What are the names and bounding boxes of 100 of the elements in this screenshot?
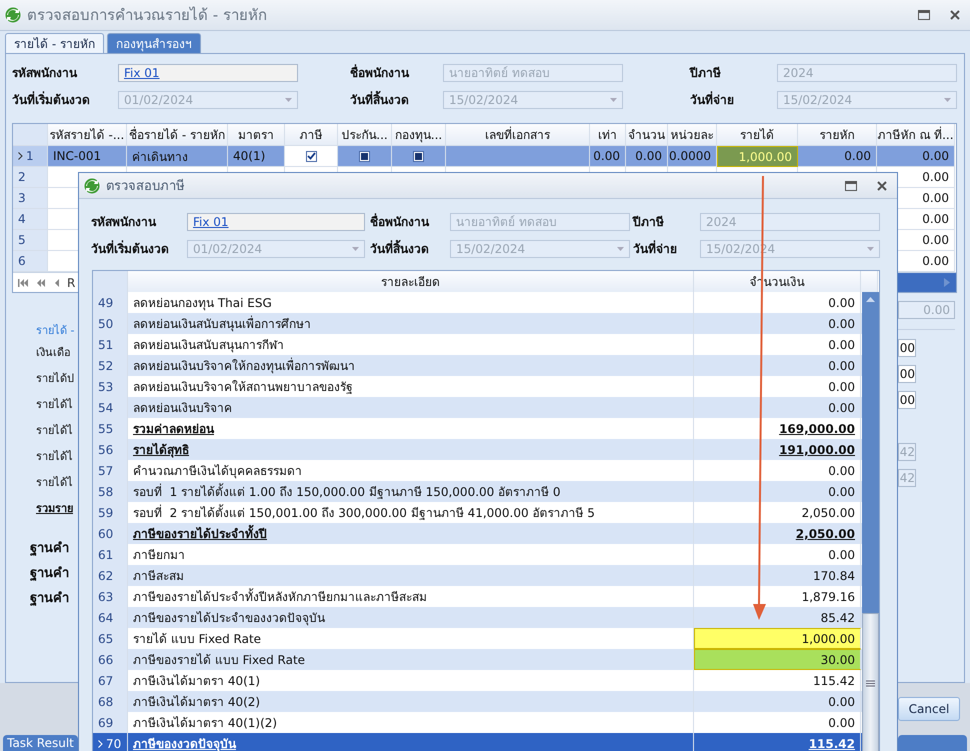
checkbox[interactable] — [359, 150, 370, 162]
field-label: เงินเดือ — [36, 345, 72, 361]
field-label: รายได้ไ — [36, 397, 74, 413]
swirl-icon — [5, 7, 21, 23]
field-label: รายได้ไ — [36, 423, 74, 439]
table-cell: 191,000.00 — [694, 439, 861, 460]
table-cell: 0.00 — [626, 146, 668, 167]
row-indicator-icon — [18, 152, 23, 160]
maximize-button[interactable] — [845, 180, 857, 190]
field-label: ปีภาษี — [690, 65, 722, 82]
first-page-button[interactable] — [17, 278, 29, 288]
table-cell: 0.00 — [694, 355, 861, 376]
checkbox[interactable] — [306, 150, 316, 162]
group-label: รายได้ - — [36, 323, 76, 339]
scrollbar[interactable] — [862, 292, 879, 751]
taskbar-tab[interactable]: Task Result — [3, 735, 78, 751]
field-label: ฐานคำ — [30, 565, 70, 583]
field-label: ชื่อพนักงาน — [370, 212, 430, 231]
row-header[interactable]: 65 — [93, 628, 128, 649]
row-header[interactable]: 51 — [93, 334, 128, 355]
field-label: รายได้ป — [36, 371, 75, 387]
column-header[interactable]: รหัสรายได้ -... — [48, 124, 127, 146]
row-header[interactable]: 55 — [93, 418, 128, 439]
window-title: ตรวจสอบภาษี — [106, 178, 185, 196]
table-cell: 0.00 — [694, 313, 861, 334]
text-field[interactable]: 00 — [898, 391, 916, 409]
scrollbar[interactable] — [898, 273, 956, 292]
field-label: วันที่สิ้นงวด — [350, 90, 443, 109]
table-cell: รอบที่ 1 รายได้ตั้งแต่ 1.00 ถึง 150,000.00 มีฐานภาษี 150,000.00 อัตราภาษี 0 — [128, 481, 694, 502]
tab[interactable]: รายได้ - รายหัก — [5, 33, 104, 53]
close-button[interactable] — [877, 180, 887, 190]
row-header[interactable]: 6 — [13, 251, 47, 271]
row-header[interactable]: 61 — [93, 544, 128, 565]
header-corner — [861, 271, 878, 292]
column-header[interactable]: ภาษีหัก ณ ที่... — [877, 124, 955, 146]
column-header[interactable]: กองทุน... — [392, 124, 446, 146]
text-field[interactable]: 00 — [898, 365, 916, 383]
dropdown-arrow-icon — [617, 246, 624, 250]
field-label: ปีภาษี — [633, 214, 665, 231]
field-label: รายได้ไ — [36, 475, 74, 491]
field-label: รหัสพนักงาน — [91, 214, 158, 231]
maximize-button[interactable] — [918, 10, 930, 20]
table-cell: ภาษีของรายได้ประจำทั้งปี — [128, 523, 694, 544]
dropdown-arrow-icon — [867, 246, 874, 250]
table-cell: 0.00 — [694, 397, 861, 418]
row-header[interactable]: 3 — [13, 188, 47, 208]
row-header[interactable]: 53 — [93, 376, 128, 397]
row-header[interactable]: 69 — [93, 712, 128, 733]
table-cell: 0.0000 — [668, 146, 717, 167]
tab[interactable]: กองทุนสำรองฯ — [106, 33, 201, 53]
table-cell: 0.00 — [694, 691, 861, 712]
cancel-button[interactable]: Cancel — [898, 697, 960, 721]
row-header[interactable]: 63 — [93, 586, 128, 607]
column-header[interactable]: จำนวน — [626, 124, 668, 146]
column-header[interactable]: ประกัน... — [338, 124, 392, 146]
column-header[interactable]: รายได้ — [717, 124, 798, 146]
row-header[interactable]: 1 — [13, 146, 47, 166]
column-header[interactable]: รายละเอียด — [128, 271, 694, 292]
previous-button[interactable] — [53, 278, 61, 288]
row-header[interactable]: 49 — [93, 292, 128, 313]
column-header[interactable]: รายหัก — [798, 124, 877, 146]
window-title: ตรวจสอบการคำนวณรายได้ - รายหัก — [27, 5, 267, 26]
close-button[interactable] — [950, 10, 960, 20]
row-indicator-icon — [98, 740, 103, 748]
dropdown-arrow-icon — [610, 98, 617, 102]
text-field[interactable]: Fix 01 — [118, 64, 298, 82]
previous-page-button[interactable] — [35, 278, 47, 288]
table-cell: 0.00 — [590, 146, 626, 167]
table-cell: 1,000.00 — [694, 628, 861, 649]
row-header[interactable]: 2 — [13, 167, 47, 187]
checkbox[interactable] — [413, 150, 424, 162]
column-header[interactable]: ชื่อรายได้ - รายหัก — [127, 124, 228, 146]
dropdown-arrow-icon — [944, 98, 951, 102]
field-label: รวมราย — [36, 501, 74, 517]
row-header[interactable]: 67 — [93, 670, 128, 691]
row-header[interactable]: 5 — [13, 230, 47, 250]
table-cell: 30.00 — [694, 649, 861, 670]
column-header[interactable]: เท่า — [590, 124, 626, 146]
table-cell: 2,050.00 — [694, 523, 861, 544]
field-label: รหัสพนักงาน — [12, 65, 78, 82]
header-corner — [93, 271, 128, 292]
field-label: วันที่สิ้นงวด — [370, 239, 450, 258]
row-header[interactable]: 59 — [93, 502, 128, 523]
text-field[interactable]: Fix 01 — [187, 212, 365, 230]
field-label: วันที่เริ่มต้นงวด — [91, 239, 170, 258]
column-header[interactable]: มาตรา — [228, 124, 285, 146]
table-cell: 0.00 — [694, 481, 861, 502]
row-header[interactable]: 4 — [13, 209, 47, 229]
text-field[interactable]: 00 — [898, 339, 916, 357]
field-label: วันที่เริ่มต้นงวด — [12, 90, 91, 109]
table-cell: 170.84 — [694, 565, 861, 586]
column-header[interactable]: ภาษี — [285, 124, 338, 146]
table-cell: 1,000.00 — [717, 146, 798, 167]
column-header[interactable]: หน่วยละ — [668, 124, 717, 146]
row-header[interactable]: 57 — [93, 460, 128, 481]
column-header[interactable]: เลขที่เอกสาร — [446, 124, 590, 146]
dropdown-arrow-icon — [285, 98, 292, 102]
grip-icon — [866, 680, 875, 687]
table-cell: 115.42 — [694, 733, 861, 751]
right-arrow-icon — [944, 278, 950, 287]
